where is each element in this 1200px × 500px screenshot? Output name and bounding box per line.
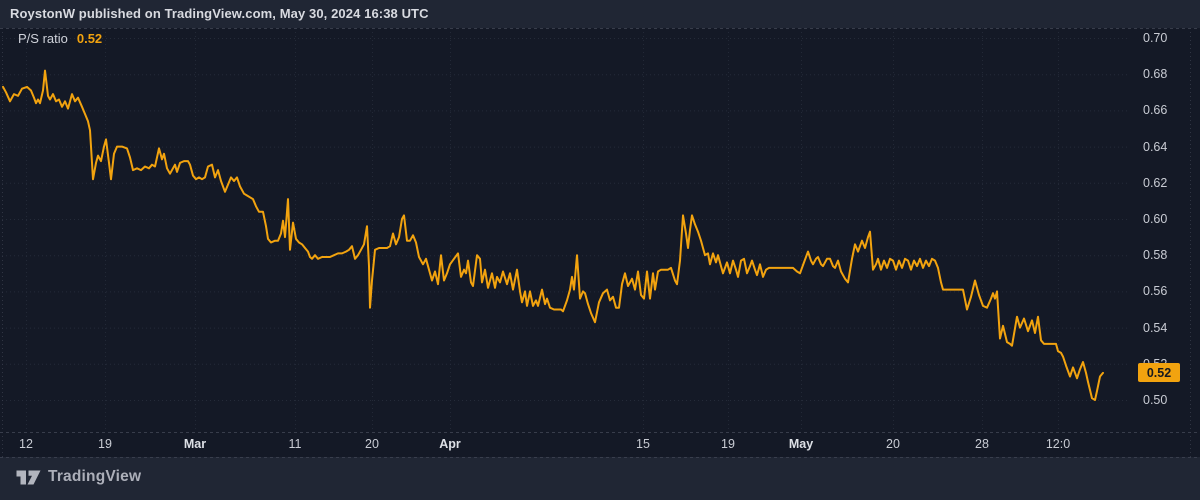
time-tick-label: 19 xyxy=(706,437,750,451)
price-tick-label: 0.56 xyxy=(1143,283,1167,299)
time-tick-label: 20 xyxy=(871,437,915,451)
price-tick-label: 0.70 xyxy=(1143,30,1167,46)
time-tick-label: 20 xyxy=(350,437,394,451)
price-tick-label: 0.50 xyxy=(1143,392,1167,408)
time-tick-label: 11 xyxy=(273,437,317,451)
price-chart-canvas[interactable] xyxy=(0,0,1200,500)
price-tick-label: 0.68 xyxy=(1143,66,1167,82)
time-tick-label: 19 xyxy=(83,437,127,451)
price-tick-label: 0.66 xyxy=(1143,102,1167,118)
price-tick-label: 0.60 xyxy=(1143,211,1167,227)
time-tick-label: Apr xyxy=(428,437,472,451)
series-current-value: 0.52 xyxy=(77,31,102,46)
tradingview-logo-icon xyxy=(16,469,41,486)
time-tick-label: 15 xyxy=(621,437,665,451)
time-tick-label: May xyxy=(779,437,823,451)
series-legend: P/S ratio 0.52 xyxy=(18,31,102,46)
tradingview-brand-text: TradingView xyxy=(48,468,141,486)
price-tick-label: 0.54 xyxy=(1143,320,1167,336)
tradingview-brand-link[interactable]: TradingView xyxy=(16,464,141,490)
tradingview-published-chart: RoystonW published on TradingView.com, M… xyxy=(0,0,1200,500)
ps-ratio-line-series xyxy=(3,71,1103,400)
price-tick-label: 0.58 xyxy=(1143,247,1167,263)
time-tick-label: 12:0 xyxy=(1036,437,1080,451)
time-tick-label: 28 xyxy=(960,437,1004,451)
series-name-label: P/S ratio xyxy=(18,31,68,46)
price-tick-label: 0.64 xyxy=(1143,139,1167,155)
last-price-badge: 0.52 xyxy=(1138,363,1180,382)
price-tick-label: 0.62 xyxy=(1143,175,1167,191)
time-tick-label: Mar xyxy=(173,437,217,451)
time-tick-label: 12 xyxy=(4,437,48,451)
